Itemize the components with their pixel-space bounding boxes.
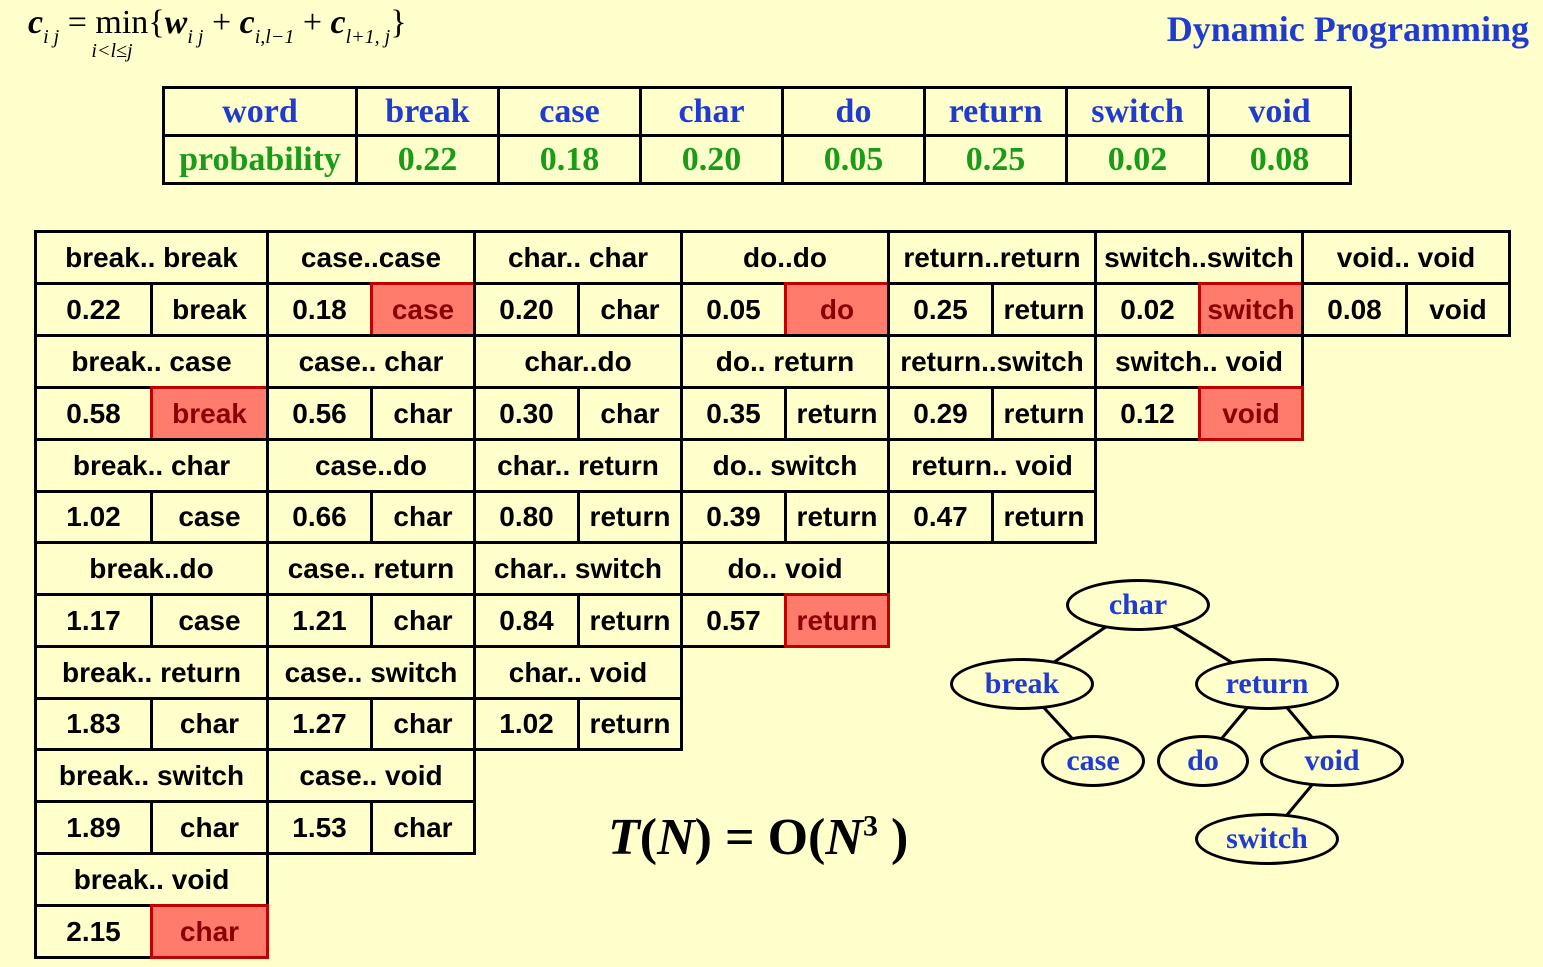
tree-node-switch: switch <box>1195 813 1339 865</box>
tree-node-break: break <box>950 658 1094 710</box>
complexity-formula: T(N) = O(N3 ) <box>608 809 909 866</box>
tree-node-do: do <box>1157 735 1249 787</box>
tree-node-case: case <box>1041 735 1145 787</box>
tree-node-return: return <box>1195 658 1339 710</box>
tree-node-void: void <box>1260 735 1404 787</box>
tree-node-char: char <box>1066 579 1210 631</box>
